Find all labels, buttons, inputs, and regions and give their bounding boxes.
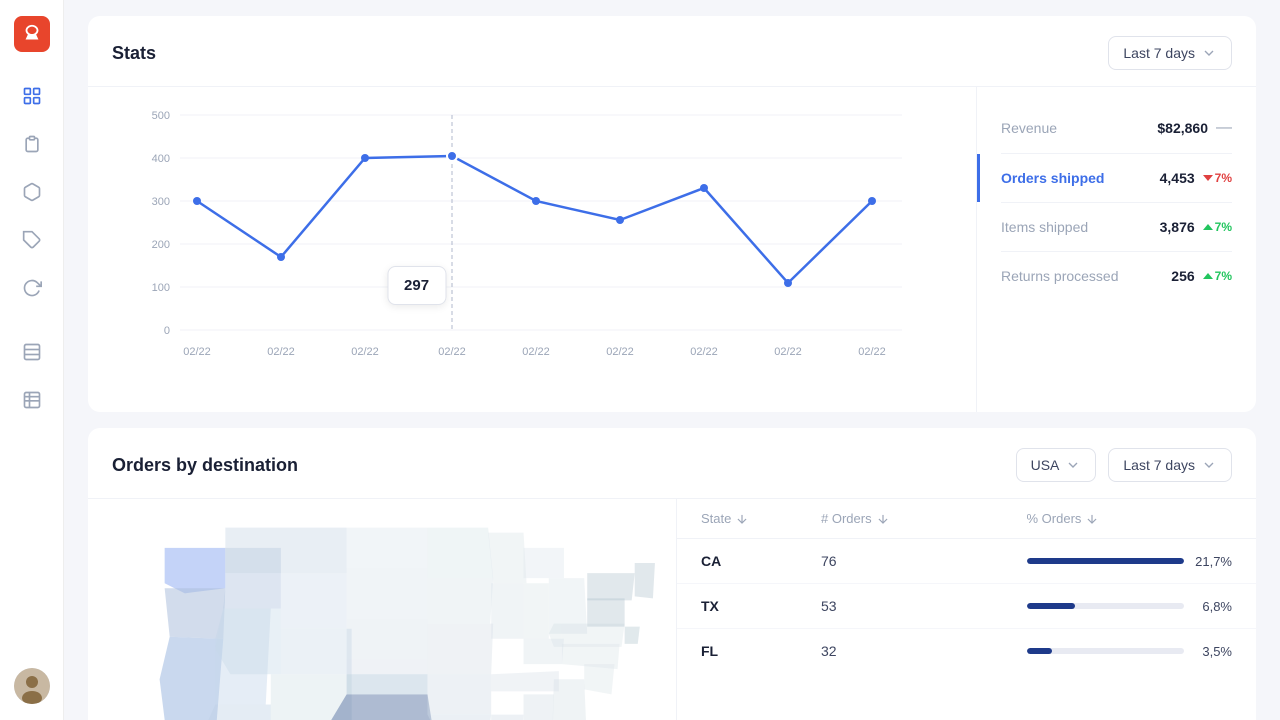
orders-controls: USA Last 7 days bbox=[1016, 448, 1232, 482]
stats-panel: Revenue $82,860 — Orders shipped 4,453 7… bbox=[976, 87, 1256, 412]
svg-text:02/22: 02/22 bbox=[858, 346, 886, 358]
orders-body: California - 1199 Entries State # Orders… bbox=[88, 498, 1256, 720]
table-row-tx[interactable]: TX 53 6,8% bbox=[677, 584, 1256, 629]
orders-tx: 53 bbox=[821, 598, 1027, 614]
orders-table: State # Orders % Orders CA 76 bbox=[676, 499, 1256, 720]
sort-orders-icon bbox=[876, 512, 890, 526]
orders-header: Orders by destination USA Last 7 days bbox=[88, 428, 1256, 498]
stat-returns-badge: 7% bbox=[1203, 269, 1232, 283]
orders-title: Orders by destination bbox=[112, 455, 298, 476]
stats-body: 500 400 300 200 100 0 bbox=[88, 86, 1256, 412]
svg-text:02/22: 02/22 bbox=[690, 346, 718, 358]
state-fl: FL bbox=[701, 643, 821, 659]
svg-text:200: 200 bbox=[152, 239, 170, 251]
stat-revenue-right: $82,860 — bbox=[1157, 119, 1232, 137]
state-ca: CA bbox=[701, 553, 821, 569]
th-state[interactable]: State bbox=[701, 511, 821, 526]
chevron-down-icon-region bbox=[1065, 457, 1081, 473]
state-tx: TX bbox=[701, 598, 821, 614]
region-dropdown[interactable]: USA bbox=[1016, 448, 1097, 482]
orders-section: Orders by destination USA Last 7 days bbox=[88, 428, 1256, 720]
orders-fl: 32 bbox=[821, 643, 1027, 659]
sidebar-item-dashboard[interactable] bbox=[12, 76, 52, 116]
svg-text:400: 400 bbox=[152, 153, 170, 165]
th-pct[interactable]: % Orders bbox=[1027, 511, 1233, 526]
sidebar-item-refresh[interactable] bbox=[12, 268, 52, 308]
stat-items-shipped[interactable]: Items shipped 3,876 7% bbox=[1001, 203, 1232, 252]
chevron-down-icon bbox=[1201, 45, 1217, 61]
svg-text:0: 0 bbox=[164, 325, 170, 337]
stat-orders-shipped-value: 4,453 bbox=[1160, 170, 1195, 186]
svg-text:500: 500 bbox=[152, 110, 170, 122]
stats-section: Stats Last 7 days 500 400 300 200 100 0 bbox=[88, 16, 1256, 412]
th-orders[interactable]: # Orders bbox=[821, 511, 1027, 526]
table-row-ca[interactable]: CA 76 21,7% bbox=[677, 539, 1256, 584]
pct-fl: 3,5% bbox=[1027, 644, 1233, 659]
region-label: USA bbox=[1031, 457, 1060, 473]
table-row-fl[interactable]: FL 32 3,5% bbox=[677, 629, 1256, 673]
svg-text:02/22: 02/22 bbox=[522, 346, 550, 358]
sidebar-item-layout[interactable] bbox=[12, 332, 52, 372]
sidebar-item-products[interactable] bbox=[12, 172, 52, 212]
table-header: State # Orders % Orders bbox=[677, 499, 1256, 539]
main-content: Stats Last 7 days 500 400 300 200 100 0 bbox=[64, 0, 1280, 720]
stat-returns-processed[interactable]: Returns processed 256 7% bbox=[1001, 252, 1232, 300]
usa-map-svg bbox=[104, 515, 660, 720]
orders-period-label: Last 7 days bbox=[1123, 457, 1195, 473]
svg-text:02/22: 02/22 bbox=[351, 346, 379, 358]
stat-revenue-value: $82,860 bbox=[1157, 120, 1208, 136]
sidebar bbox=[0, 0, 64, 720]
svg-text:02/22: 02/22 bbox=[606, 346, 634, 358]
svg-text:02/22: 02/22 bbox=[438, 346, 466, 358]
logo-icon bbox=[21, 23, 43, 45]
svg-text:300: 300 bbox=[152, 196, 170, 208]
stat-orders-shipped-label: Orders shipped bbox=[1001, 170, 1104, 186]
pct-tx: 6,8% bbox=[1027, 599, 1233, 614]
orders-ca: 76 bbox=[821, 553, 1027, 569]
pct-ca: 21,7% bbox=[1027, 554, 1233, 569]
svg-text:02/22: 02/22 bbox=[183, 346, 211, 358]
stat-revenue-label: Revenue bbox=[1001, 120, 1057, 136]
stats-period-dropdown[interactable]: Last 7 days bbox=[1108, 36, 1232, 70]
stat-orders-shipped-badge: 7% bbox=[1203, 171, 1232, 185]
stat-returns-right: 256 7% bbox=[1171, 268, 1232, 284]
orders-period-dropdown[interactable]: Last 7 days bbox=[1108, 448, 1232, 482]
sort-pct-icon bbox=[1085, 512, 1099, 526]
svg-text:100: 100 bbox=[152, 282, 170, 294]
stat-revenue[interactable]: Revenue $82,860 — bbox=[1001, 103, 1232, 154]
svg-text:02/22: 02/22 bbox=[267, 346, 295, 358]
stat-items-shipped-badge: 7% bbox=[1203, 220, 1232, 234]
sidebar-item-table[interactable] bbox=[12, 380, 52, 420]
stat-returns-label: Returns processed bbox=[1001, 268, 1119, 284]
revenue-dash-icon: — bbox=[1216, 119, 1232, 137]
stats-title: Stats bbox=[112, 43, 156, 64]
stat-items-shipped-value: 3,876 bbox=[1160, 219, 1195, 235]
stat-items-shipped-right: 3,876 7% bbox=[1160, 219, 1232, 235]
user-avatar[interactable] bbox=[14, 668, 50, 704]
chart-area: 500 400 300 200 100 0 bbox=[88, 87, 976, 412]
sidebar-item-orders[interactable] bbox=[12, 124, 52, 164]
svg-text:02/22: 02/22 bbox=[774, 346, 802, 358]
stat-orders-shipped-right: 4,453 7% bbox=[1160, 170, 1232, 186]
stat-returns-value: 256 bbox=[1171, 268, 1194, 284]
arrow-up-icon-2 bbox=[1203, 271, 1213, 281]
arrow-down-icon bbox=[1203, 173, 1213, 183]
chevron-down-icon-period bbox=[1201, 457, 1217, 473]
arrow-up-icon bbox=[1203, 222, 1213, 232]
stats-header: Stats Last 7 days bbox=[88, 16, 1256, 86]
app-logo[interactable] bbox=[14, 16, 50, 52]
stat-items-shipped-label: Items shipped bbox=[1001, 219, 1088, 235]
stat-orders-shipped[interactable]: Orders shipped 4,453 7% bbox=[1001, 154, 1232, 203]
stats-period-label: Last 7 days bbox=[1123, 45, 1195, 61]
sidebar-item-tags[interactable] bbox=[12, 220, 52, 260]
sort-state-icon bbox=[735, 512, 749, 526]
line-chart: 500 400 300 200 100 0 bbox=[112, 107, 952, 387]
map-area: California - 1199 Entries bbox=[88, 499, 676, 720]
